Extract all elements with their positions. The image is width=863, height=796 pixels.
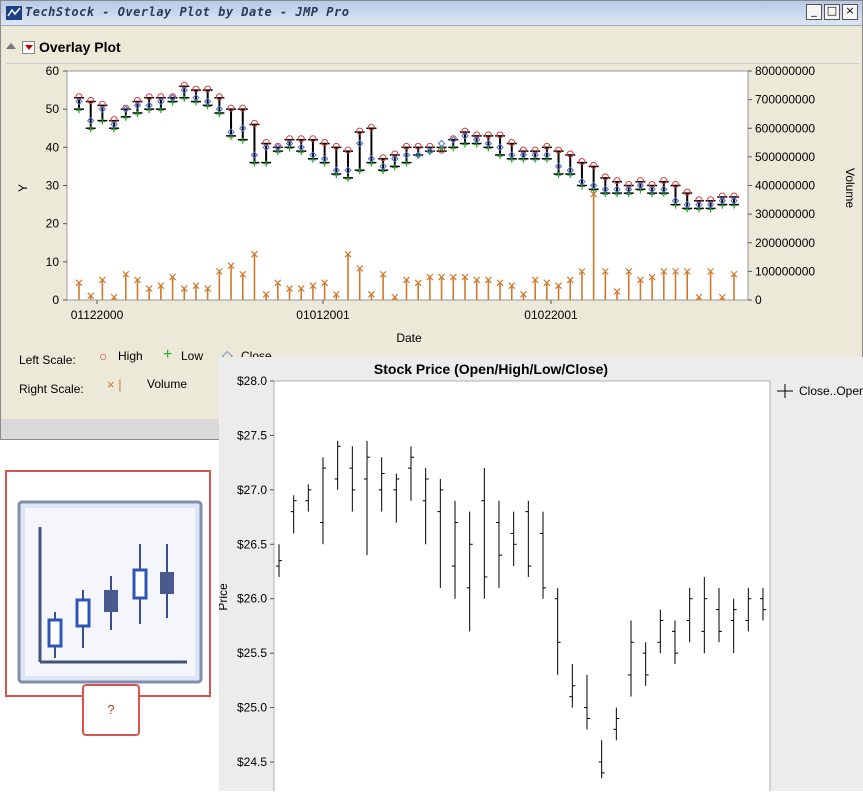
right-scale-label: Right Scale: <box>19 382 84 396</box>
window-title: TechStock - Overlay Plot by Date - JMP P… <box>25 5 350 19</box>
help-question-box[interactable]: ? <box>82 684 140 736</box>
right-axis-tick-label: 700000000 <box>755 93 815 107</box>
price-axis-tick-label: $26.5 <box>237 537 267 551</box>
right-axis-tick-label: 0 <box>755 293 762 307</box>
minimize-button[interactable]: _ <box>806 4 822 20</box>
overlay-plot: 0 10 20 30 40 50 60 0 100000000 200000000 3000000… <box>16 64 857 345</box>
price-axis-tick-label: $26.0 <box>237 592 267 606</box>
stock-plot-frame <box>273 380 771 796</box>
x-axis-label: Date <box>396 331 422 345</box>
overlay-plot-title: Overlay Plot <box>39 39 121 55</box>
y-axis-label: Y <box>16 184 30 192</box>
right-axis-tick-label: 300000000 <box>755 207 815 221</box>
left-axis-tick-label: 60 <box>46 64 60 78</box>
left-scale-label: Left Scale: <box>19 353 76 367</box>
price-axis-tick-label: $24.5 <box>237 755 267 769</box>
stock-price-svg: Stock Price (Open/High/Low/Close) $24.5 $… <box>216 361 863 796</box>
chart-type-icon-frame <box>5 470 211 697</box>
right-axis-tick-label: 800000000 <box>755 64 815 78</box>
left-axis-tick-label: 20 <box>46 217 60 231</box>
red-triangle-menu-icon[interactable] <box>22 41 35 54</box>
left-axis-tick-label: 40 <box>46 140 60 154</box>
volume-axis-label: Volume <box>843 168 857 208</box>
right-axis-tick-label: 600000000 <box>755 121 815 135</box>
price-axis-tick-label: $25.5 <box>237 646 267 660</box>
left-axis-tick-label: 0 <box>52 293 59 307</box>
legend-low[interactable]: Low <box>181 349 203 363</box>
left-axis-tick-label: 10 <box>46 255 60 269</box>
candlestick-chart-icon[interactable] <box>7 472 209 695</box>
x-axis-tick-label: 01022001 <box>524 308 578 322</box>
left-axis-tick-label: 30 <box>46 179 60 193</box>
low-marker-icon: + <box>163 346 173 363</box>
legend-high[interactable]: High <box>118 349 143 363</box>
high-marker-icon: ○ <box>99 348 108 364</box>
x-axis-tick-label: 01122000 <box>71 308 124 322</box>
status-area <box>1 419 220 439</box>
right-axis-tick-label: 500000000 <box>755 150 815 164</box>
legend-volume[interactable]: Volume <box>147 377 187 391</box>
jmp-app-icon <box>6 6 22 20</box>
price-axis-tick-label: $27.5 <box>237 428 267 442</box>
right-axis-tick-label: 200000000 <box>755 236 815 250</box>
disclosure-triangle-icon[interactable] <box>6 43 16 49</box>
volume-markers-icon: × | <box>107 377 122 392</box>
overlay-plot-frame <box>66 70 749 301</box>
title-bar[interactable]: TechStock - Overlay Plot by Date - JMP P… <box>1 1 862 26</box>
stock-legend-close-open[interactable]: Close..Open <box>799 384 863 398</box>
price-axis-tick-label: $27.0 <box>237 483 267 497</box>
maximize-button[interactable]: □ <box>824 4 840 20</box>
price-axis-tick-label: $28.0 <box>237 374 267 388</box>
close-button[interactable]: × <box>842 4 858 20</box>
right-axis-tick-label: 400000000 <box>755 179 815 193</box>
x-axis-tick-label: 01012001 <box>296 308 350 322</box>
price-axis-label: Price <box>219 583 230 611</box>
right-axis-tick-label: 100000000 <box>755 264 815 278</box>
stock-price-chart: Stock Price (Open/High/Low/Close) $24.5 $… <box>216 357 863 796</box>
stock-chart-title: Stock Price (Open/High/Low/Close) <box>374 361 608 377</box>
left-axis-tick-label: 50 <box>46 102 60 116</box>
price-axis-tick-label: $25.0 <box>237 701 267 715</box>
